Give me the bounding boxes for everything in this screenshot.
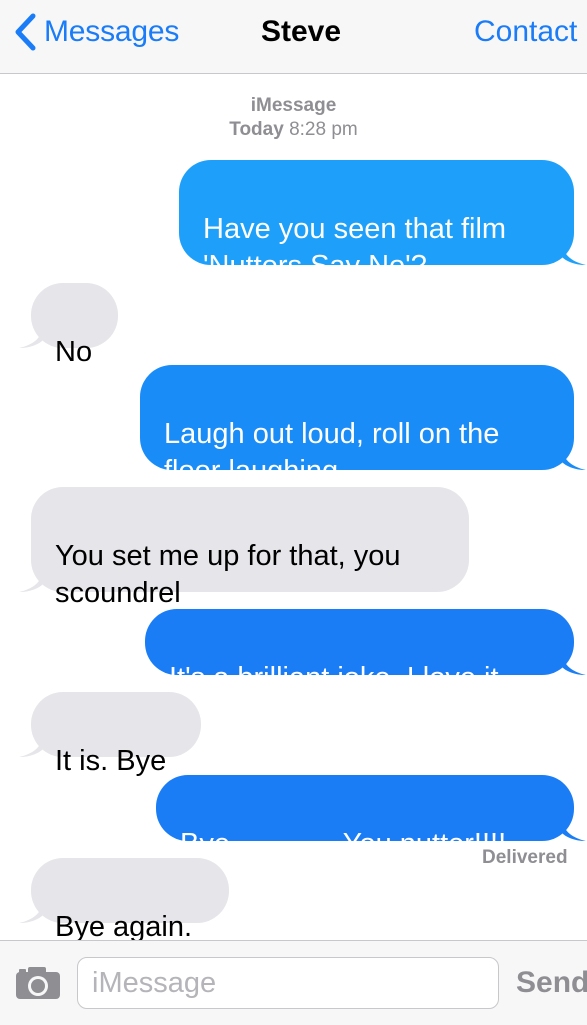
message-text: Bye again.: [55, 911, 193, 943]
message-text: You set me up for that, you scoundrel: [55, 540, 401, 609]
service-label: iMessage: [250, 95, 337, 116]
message-input[interactable]: [77, 957, 499, 1009]
message-text: It is. Bye: [55, 745, 167, 777]
message-bubble-sent[interactable]: Have you seen that film 'Nutters Say No'…: [179, 160, 574, 282]
timestamp: Today 8:28 pm: [0, 118, 587, 142]
back-button[interactable]: Messages: [14, 12, 179, 52]
message-text: Have you seen that film 'Nutters Say No'…: [203, 213, 507, 282]
send-button[interactable]: Send: [516, 966, 587, 1000]
message-text: It's a brilliant joke. I love it.: [169, 662, 507, 694]
message-text: Bye..............You nutter!!!!: [180, 828, 507, 860]
camera-icon[interactable]: [14, 965, 62, 1001]
conversation-title: Steve: [261, 15, 342, 48]
message-bubble-received[interactable]: Bye again.: [31, 858, 229, 943]
back-button-label: Messages: [44, 15, 180, 48]
message-bubble-sent[interactable]: Laugh out loud, roll on the floor laughi…: [140, 365, 574, 487]
message-bubble-sent[interactable]: It's a brilliant joke. I love it.: [145, 609, 574, 694]
message-text: No: [55, 336, 93, 368]
message-bubble-sent[interactable]: Bye..............You nutter!!!!: [156, 775, 574, 860]
delivered-status: Delivered: [482, 847, 568, 868]
message-input-bar: Send: [0, 940, 587, 1025]
navigation-bar: Messages Steve Contact: [0, 0, 587, 74]
message-text: Laugh out loud, roll on the floor laughi…: [164, 418, 500, 487]
contact-button[interactable]: Contact: [474, 15, 577, 49]
timestamp-time: 8:28 pm: [289, 119, 358, 140]
timestamp-day: Today: [229, 119, 284, 140]
chevron-left-icon: [15, 13, 36, 51]
conversation-header: iMessage Today 8:28 pm: [0, 94, 587, 142]
message-bubble-received[interactable]: No: [31, 283, 118, 368]
message-bubble-received[interactable]: It is. Bye: [31, 692, 201, 777]
message-bubble-received[interactable]: You set me up for that, you scoundrel: [31, 487, 469, 609]
